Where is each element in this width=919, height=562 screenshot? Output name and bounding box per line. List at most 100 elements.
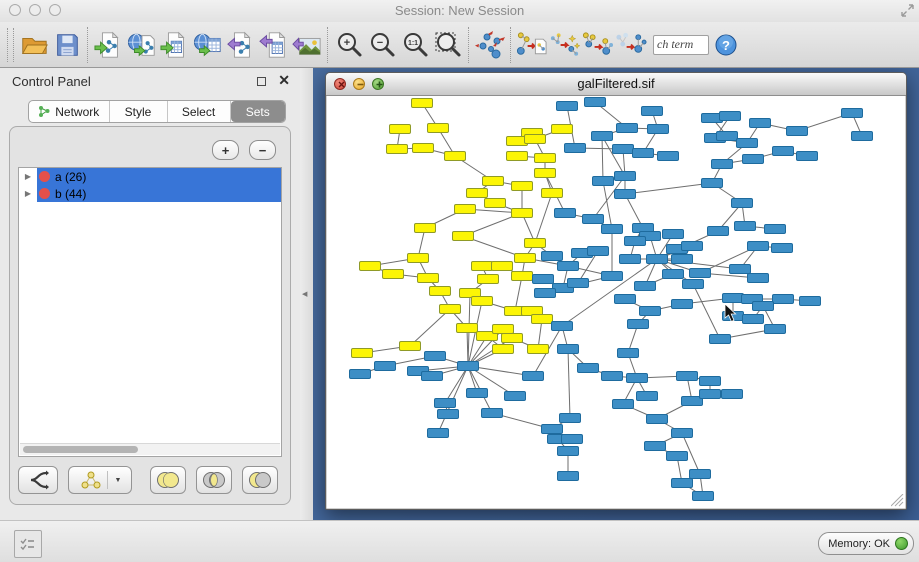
network-node[interactable] <box>743 155 764 164</box>
network-node[interactable] <box>625 237 646 246</box>
network-node[interactable] <box>647 255 668 264</box>
memory-status-button[interactable]: Memory: OK <box>818 532 914 555</box>
network-node[interactable] <box>438 410 459 419</box>
network-node[interactable] <box>658 152 679 161</box>
select-first-neighbors-button[interactable] <box>581 26 614 64</box>
network-node[interactable] <box>743 315 764 324</box>
import-table-web-button[interactable] <box>191 26 224 64</box>
network-node[interactable] <box>375 362 396 371</box>
network-node[interactable] <box>800 297 821 306</box>
new-network-from-selection-button[interactable] <box>515 26 548 64</box>
network-node[interactable] <box>710 335 731 344</box>
network-node[interactable] <box>787 127 808 136</box>
network-node[interactable] <box>387 145 408 154</box>
network-node[interactable] <box>440 305 461 314</box>
network-node[interactable] <box>435 399 456 408</box>
import-table-file-button[interactable] <box>158 26 191 64</box>
network-node[interactable] <box>430 287 451 296</box>
network-node[interactable] <box>690 269 711 278</box>
network-node[interactable] <box>693 492 714 501</box>
network-node[interactable] <box>535 169 556 178</box>
network-node[interactable] <box>592 132 613 141</box>
network-node[interactable] <box>602 225 623 234</box>
network-node[interactable] <box>642 107 663 116</box>
new-set-from-selection-button[interactable] <box>18 466 58 494</box>
fullscreen-icon[interactable] <box>900 3 915 18</box>
network-node[interactable] <box>717 132 738 141</box>
network-node[interactable] <box>617 124 638 133</box>
remove-set-button[interactable]: − <box>249 140 276 160</box>
network-node[interactable] <box>627 374 648 383</box>
collapse-panel-icon[interactable]: ◀ <box>302 290 307 298</box>
network-node[interactable] <box>730 265 751 274</box>
network-node[interactable] <box>528 345 549 354</box>
network-node[interactable] <box>772 244 793 253</box>
difference-button[interactable] <box>242 466 278 494</box>
network-node[interactable] <box>457 324 478 333</box>
set-from-network-split-button[interactable]: ▼ <box>68 466 132 494</box>
network-node[interactable] <box>635 282 656 291</box>
network-node[interactable] <box>750 119 771 128</box>
network-node[interactable] <box>558 345 579 354</box>
tab-sets[interactable]: Sets <box>231 101 286 122</box>
network-node[interactable] <box>467 189 488 198</box>
panel-splitter[interactable]: ◀ <box>300 68 314 520</box>
network-node[interactable] <box>637 392 658 401</box>
network-node[interactable] <box>748 242 769 251</box>
network-node[interactable] <box>562 435 583 444</box>
network-node[interactable] <box>585 98 606 107</box>
network-node[interactable] <box>552 125 573 134</box>
network-node[interactable] <box>663 230 684 239</box>
network-node[interactable] <box>737 139 758 148</box>
network-node[interactable] <box>472 297 493 306</box>
network-node[interactable] <box>667 452 688 461</box>
network-node[interactable] <box>722 390 743 399</box>
network-node[interactable] <box>533 275 554 284</box>
network-node[interactable] <box>408 254 429 263</box>
network-node[interactable] <box>493 325 514 334</box>
network-node[interactable] <box>542 189 563 198</box>
export-network-button[interactable] <box>224 26 257 64</box>
network-node[interactable] <box>645 442 666 451</box>
task-history-button[interactable] <box>14 530 42 558</box>
zoom-fit-selected-button[interactable] <box>431 26 464 64</box>
network-node[interactable] <box>482 409 503 418</box>
network-node[interactable] <box>542 425 563 434</box>
network-node[interactable] <box>507 152 528 161</box>
network-node[interactable] <box>677 372 698 381</box>
import-network-web-button[interactable] <box>125 26 158 64</box>
network-node[interactable] <box>578 364 599 373</box>
expand-arrow-icon[interactable]: ▶ <box>19 172 37 181</box>
dropdown-caret-icon[interactable]: ▼ <box>115 477 122 484</box>
network-node[interactable] <box>797 152 818 161</box>
import-network-file-button[interactable] <box>92 26 125 64</box>
network-node[interactable] <box>390 125 411 134</box>
network-node[interactable] <box>672 479 693 488</box>
network-node[interactable] <box>542 252 563 261</box>
network-node[interactable] <box>663 270 684 279</box>
scrollbar-thumb[interactable] <box>23 446 138 453</box>
tab-network[interactable]: Network <box>29 101 110 122</box>
network-node[interactable] <box>558 447 579 456</box>
network-node[interactable] <box>492 262 513 271</box>
network-node[interactable] <box>613 145 634 154</box>
network-node[interactable] <box>552 322 573 331</box>
save-session-button[interactable] <box>50 26 83 64</box>
network-node[interactable] <box>633 149 654 158</box>
network-node[interactable] <box>568 279 589 288</box>
network-node[interactable] <box>735 222 756 231</box>
set-row-b[interactable]: ▶ b (44) <box>19 185 281 202</box>
select-from-network-button[interactable] <box>548 26 581 64</box>
network-node[interactable] <box>523 372 544 381</box>
network-node[interactable] <box>455 205 476 214</box>
document-titlebar[interactable]: galFiltered.sif <box>326 73 906 96</box>
network-node[interactable] <box>583 215 604 224</box>
network-view[interactable] <box>327 96 905 508</box>
network-node[interactable] <box>593 177 614 186</box>
network-node[interactable] <box>700 377 721 386</box>
network-node[interactable] <box>748 274 769 283</box>
network-node[interactable] <box>602 372 623 381</box>
network-node[interactable] <box>415 224 436 233</box>
network-node[interactable] <box>672 429 693 438</box>
close-panel-icon[interactable]: ✕ <box>278 72 290 89</box>
